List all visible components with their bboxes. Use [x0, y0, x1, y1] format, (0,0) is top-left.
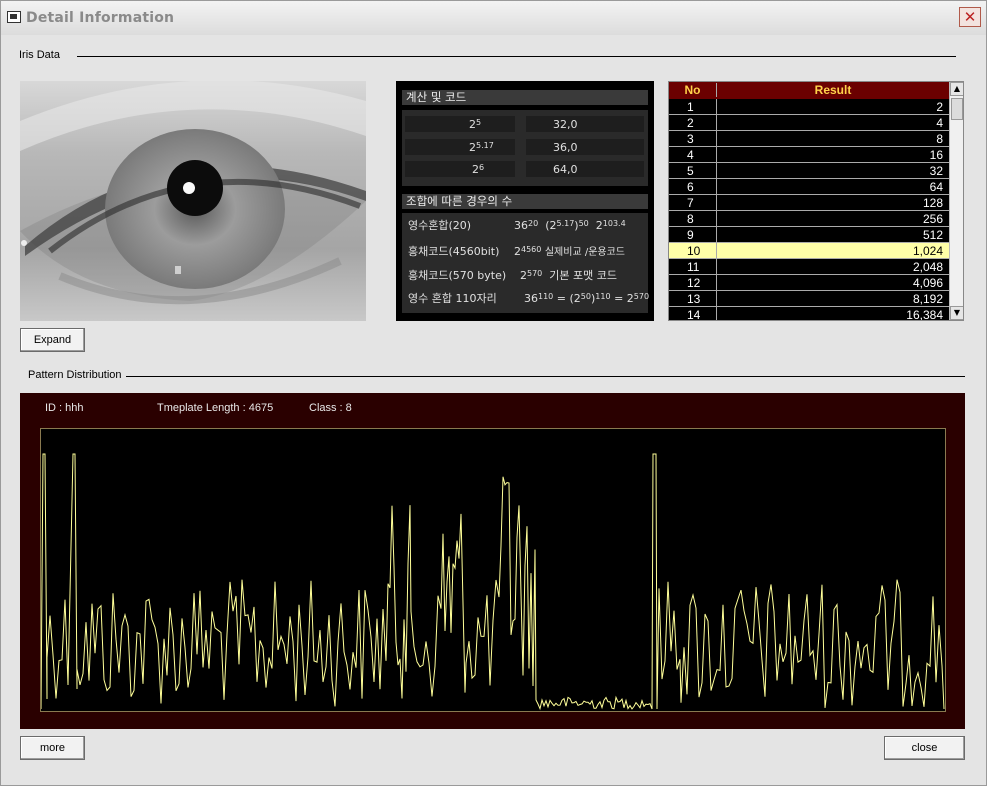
combo-2-label: 홍채코드(4560bit) — [408, 245, 500, 258]
table-row[interactable]: 38 — [669, 131, 949, 147]
combo-3-label: 홍채코드(570 byte) — [408, 269, 507, 282]
more-button[interactable]: more — [20, 736, 85, 760]
calc-row-3-value: 64,0 — [553, 163, 578, 176]
pattern-waveform — [40, 453, 945, 711]
table-row[interactable]: 24 — [669, 115, 949, 131]
pattern-group-label: Pattern Distribution — [28, 369, 126, 381]
combo-header: 조합에 따른 경우의 수 — [402, 194, 648, 209]
row-result-cell: 2,048 — [912, 260, 943, 274]
combo-2-formula: 24560 실제비교 /운용코드 — [514, 245, 626, 258]
result-table[interactable]: No Result 1 2 2 4 3 8 4 16 5 32 6 64 7 128 8 256 9 512 10 1… — [668, 81, 964, 321]
iris-group-line — [77, 56, 956, 57]
table-row[interactable]: 4 16 — [669, 147, 949, 163]
pattern-distribution-panel: ID : hhh Tmeplate Length : 4675 Class : … — [20, 393, 965, 729]
iris-image — [20, 81, 366, 321]
row-result-cell: 16 — [929, 148, 943, 162]
row-result-cell: 16,384 — [906, 308, 943, 321]
row-no-cell: 8 — [669, 211, 717, 227]
template-length-text: Tmeplate Length : 4675 — [157, 402, 274, 414]
table-row[interactable]: 12 4,096 — [669, 275, 949, 291]
close-icon[interactable]: ✕ — [959, 7, 981, 27]
combo-3-formula: 2570 기본 포맷 코드 — [520, 269, 617, 282]
row-no-cell: 11 — [669, 259, 717, 275]
calc-row-3-power: 26 — [472, 163, 485, 176]
row-no-cell: 12 — [669, 275, 717, 291]
vertical-scrollbar[interactable]: ▲ ▼ — [949, 82, 963, 320]
row-no-cell: 9 — [669, 227, 717, 243]
row-no-cell: 10 — [669, 243, 717, 259]
table-row[interactable]: 14 16,384 — [669, 307, 949, 321]
row-no-cell: 2 — [669, 115, 717, 131]
close-button[interactable]: close — [884, 736, 965, 760]
scroll-up-icon[interactable]: ▲ — [950, 82, 963, 96]
row-no-cell: 13 — [669, 291, 717, 307]
table-row[interactable]: 8 256 — [669, 211, 949, 227]
calc-row-1-power: 25 — [469, 118, 482, 131]
calc-row-2-power: 25.17 — [469, 141, 494, 154]
expand-button[interactable]: Expand — [20, 328, 85, 352]
table-row[interactable]: 5 32 — [669, 163, 949, 179]
column-no-header[interactable]: No — [669, 83, 717, 97]
combo-1-formula: 3620 (25.17)50 2103.4 — [514, 219, 626, 232]
row-no-cell: 3 — [669, 131, 717, 147]
row-result-cell: 4 — [936, 116, 943, 130]
window-title: Detail Information — [26, 10, 175, 26]
row-no-cell: 4 — [669, 147, 717, 163]
row-result-cell: 8,192 — [912, 292, 943, 306]
row-no-cell: 6 — [669, 179, 717, 195]
table-row[interactable]: 6 64 — [669, 179, 949, 195]
row-result-cell: 4,096 — [912, 276, 943, 290]
table-header: No Result — [669, 82, 949, 99]
row-result-cell: 256 — [922, 212, 943, 226]
calculation-panel: 계산 및 코드 25 32,0 25.17 36,0 26 64,0 조합에 따… — [396, 81, 654, 321]
title-bar[interactable]: Detail Information ✕ — [1, 1, 986, 35]
pattern-plot — [40, 428, 946, 712]
row-result-cell: 8 — [936, 132, 943, 146]
table-row[interactable]: 11 2,048 — [669, 259, 949, 275]
combo-4-formula: 36110 = (250)110 = 2570 — [524, 292, 650, 305]
row-no-cell: 1 — [669, 99, 717, 115]
iris-group-label: Iris Data — [19, 49, 64, 61]
combo-1-label: 영수혼합(20) — [408, 219, 472, 232]
scroll-thumb[interactable] — [951, 98, 963, 120]
window-icon — [7, 11, 21, 23]
row-result-cell: 128 — [922, 196, 943, 210]
row-result-cell: 1,024 — [912, 244, 943, 258]
table-row[interactable]: 7 128 — [669, 195, 949, 211]
combo-4-label: 영수 혼합 110자리 — [408, 292, 497, 305]
row-no-cell: 14 — [669, 307, 717, 320]
row-result-cell: 512 — [922, 228, 943, 242]
pattern-group-line — [123, 376, 965, 377]
calc-row-1-value: 32,0 — [553, 118, 578, 131]
row-result-cell: 2 — [936, 100, 943, 114]
scroll-down-icon[interactable]: ▼ — [950, 306, 963, 320]
table-row[interactable]: 12 — [669, 99, 949, 115]
detail-window: Detail Information ✕ Iris Data Expand 계산… — [0, 0, 987, 786]
row-no-cell: 7 — [669, 195, 717, 211]
table-row[interactable]: 10 1,024 — [669, 243, 949, 259]
table-row[interactable]: 13 8,192 — [669, 291, 949, 307]
class-text: Class : 8 — [309, 402, 352, 414]
table-row[interactable]: 9 512 — [669, 227, 949, 243]
calc-row-2-value: 36,0 — [553, 141, 578, 154]
column-result-header[interactable]: Result — [717, 83, 949, 97]
row-result-cell: 32 — [929, 164, 943, 178]
calc-header: 계산 및 코드 — [402, 90, 648, 105]
pattern-id-text: ID : hhh — [45, 402, 84, 414]
row-no-cell: 5 — [669, 163, 717, 179]
row-result-cell: 64 — [929, 180, 943, 194]
